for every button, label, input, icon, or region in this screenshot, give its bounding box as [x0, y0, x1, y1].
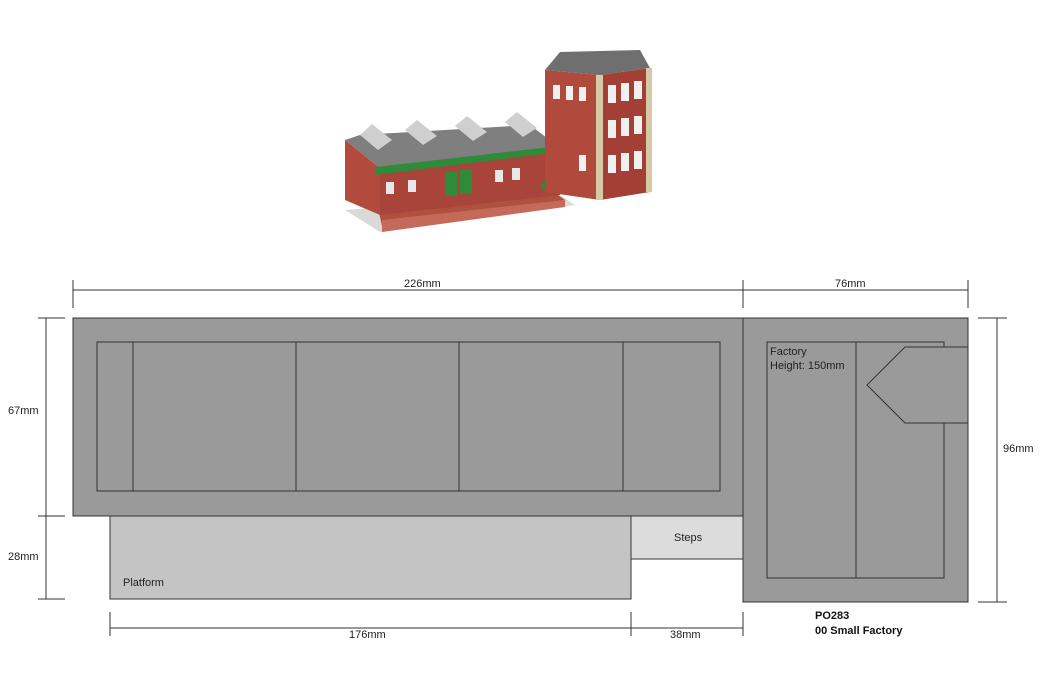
dim-left-lower: 28mm: [8, 551, 39, 563]
dim-bottom-right: 38mm: [670, 629, 701, 641]
dim-left-upper: 67mm: [8, 405, 39, 417]
factory-label: Factory: [770, 346, 807, 358]
factory-plan-diagram: 226mm 76mm 67mm 28mm 96mm 176mm 38mm Fac…: [8, 50, 1034, 641]
dim-top-left: 226mm: [404, 278, 441, 290]
factory-model-image: [345, 50, 652, 232]
dim-top-right: 76mm: [835, 278, 866, 290]
dim-right: 96mm: [1003, 443, 1034, 455]
platform-footprint: [109, 515, 632, 600]
main-building-footprint: [72, 317, 744, 517]
dim-bottom-left: 176mm: [349, 629, 386, 641]
factory-height-label: Height: 150mm: [770, 360, 845, 372]
product-code: PO283: [815, 610, 849, 622]
steps-label: Steps: [674, 532, 703, 544]
product-name: 00 Small Factory: [815, 625, 903, 637]
platform-label: Platform: [123, 577, 164, 589]
